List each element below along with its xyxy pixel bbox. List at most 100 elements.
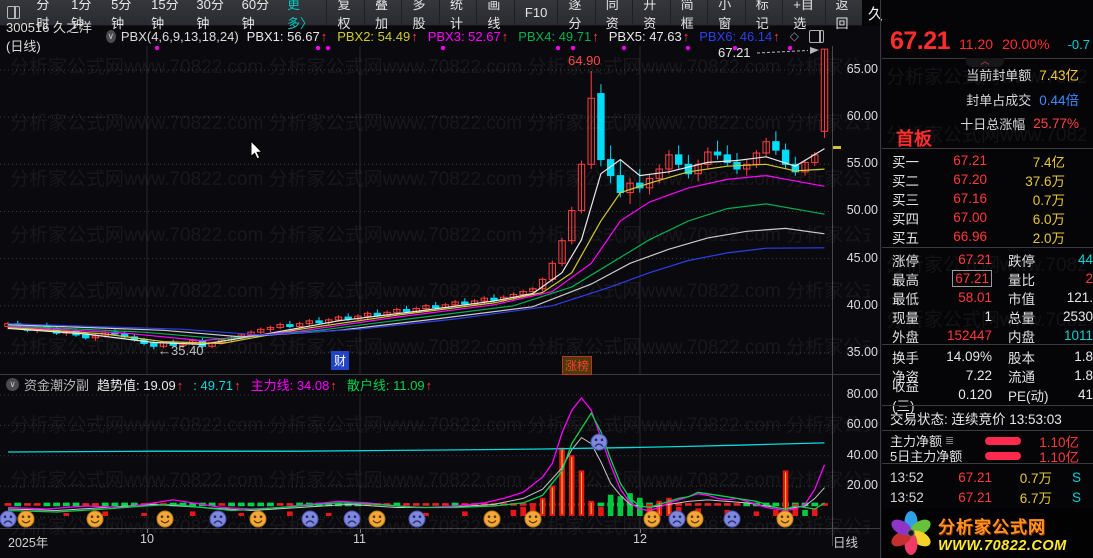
toolbar-button-7[interactable]: 逐分 [557,0,594,31]
time-axis-label: 12 [633,532,647,546]
quote-value: 67.21 [936,252,992,267]
quote-value-text: 0.120 [958,387,992,402]
chart-divider [0,374,880,375]
sad-face-icon [301,510,319,528]
pbx-label: PBX3: [427,28,469,44]
toolbar-button-11[interactable]: 小窗 [707,0,744,31]
sub-field-label: : [193,377,201,393]
pbx-field-4: PBX4: 49.71↑ [518,29,599,44]
bid-amount: 2.0万 [1032,230,1065,246]
main-candlestick-chart[interactable]: 64.90 67.21 ←35.40 [0,46,832,374]
logo-title: 分析家公式网 [938,517,1046,537]
toolbar-button-9[interactable]: 开资 [632,0,669,31]
sub-field-1: 趋势值: 19.09↑ [97,378,183,393]
up-arrow-icon: ↑ [234,377,241,393]
toolbar-button-1[interactable]: 复权 [326,0,363,31]
side-panel-toggle-icon[interactable] [809,29,824,43]
toolbar-button-13[interactable]: +自选 [782,0,824,31]
quote-label: 现量 [892,310,919,326]
sad-face-icon [343,510,361,528]
toolbar-button-12[interactable]: 标记 [744,0,782,31]
pbx-field-2: PBX2: 54.49↑ [337,29,418,44]
quote-grid-2: 换手 14.09% 股本 1.8 净资 7.22 流通 1.8 收益(三) 0.120 PE(动) 4… [882,344,1093,414]
bid-amount: 6.0万 [1032,211,1065,227]
indicator-name: PBX(4,6,9,13,18,24) [120,28,239,44]
bid-row[interactable]: 买五 66.96 2.0万 [882,227,1093,246]
event-badge-rank[interactable]: 涨榜 [562,356,593,375]
quote-value: 44 [1077,252,1093,267]
up-arrow-icon: ↑ [773,28,780,44]
up-arrow-icon: ↑ [501,28,509,44]
bid-label: 买五 [892,230,919,246]
flower-logo-icon [891,511,931,555]
happy-face-icon [686,510,704,528]
diamond-icon[interactable]: ◇ [790,29,799,43]
fund-tide-sub-chart[interactable] [0,394,832,532]
quote-label: 外盘 [892,329,919,345]
quote-value: 1.8 [1074,349,1093,364]
toolbar-button-10[interactable]: 简框 [669,0,707,31]
happy-face-icon [524,510,542,528]
main-funds: 主力净额 ≣ 1.10亿 5日主力净额 1.10亿 [882,430,1093,465]
toolbar-button-14[interactable]: 返回 [824,0,862,31]
pbx-label: PBX1: [246,28,288,44]
sub-field-label: 散户线: [346,377,394,393]
quote-label: PE(动) [1008,388,1049,404]
seal-info-row: 封单占成交 0.44倍 [882,89,1093,109]
price-axis-label: 55.00 [846,156,878,171]
svg-text:64.90: 64.90 [568,53,601,68]
sad-face-icon [0,510,17,528]
bid-row[interactable]: 买三 67.16 0.7万 [882,189,1093,208]
pbx-value: 56.67 [287,28,320,44]
sub-chart-header: ∨ 资金潮汐副 趋势值: 19.09↑: 49.71↑ 主力线: 34.08↑ 散户… [0,374,882,394]
sad-face-icon [590,433,608,451]
pbx-label: PBX5: [608,28,650,44]
pbx-field-3: PBX3: 52.67↑ [428,29,509,44]
sub-field-label: 趋势值: [97,377,144,393]
collapse-tab[interactable]: ︿ [966,57,1004,67]
happy-face-icon [368,510,386,528]
toolbar-button-8[interactable]: 同资 [594,0,632,31]
toolbar-buttons: 复权 叠加 多股 统计 画线 F10 逐分 同资 开资 简框 小窗 标记 +自选 返回 [326,0,862,31]
collapse-sub-icon[interactable]: ∨ [6,377,19,391]
sub-axis-label: 80.00 [846,387,878,401]
up-arrow-icon: ↑ [411,28,418,44]
bid-row[interactable]: 买四 67.00 6.0万 [882,208,1093,227]
sad-face-icon [723,510,741,528]
bid-row[interactable]: 买一 67.21 7.4亿 [882,151,1093,170]
bid-price: 67.20 [953,172,987,187]
sad-face-icon [408,510,426,528]
quote-label: 总量 [1008,310,1035,326]
quote-value: 1 [936,309,992,324]
fund-bar [985,451,1021,460]
fund-bar [985,436,1021,445]
quote-label: 最高 [892,272,919,288]
tick-time: 13:52 [890,469,924,485]
bid-label: 买二 [892,173,919,189]
toolbar-button-2[interactable]: 叠加 [363,0,401,31]
svg-text:67.21: 67.21 [718,46,751,60]
toolbar-button-4[interactable]: 统计 [438,0,476,31]
toolbar-button-3[interactable]: 多股 [401,0,438,31]
tick-price: 67.21 [958,489,992,505]
price-change: 11.20 [959,36,994,52]
trade-status: 交易状态: 连续竞价 13:53:03 [882,405,1093,430]
quote-label: 流通 [1008,369,1035,385]
event-badge-cai[interactable]: 财 [331,351,350,370]
pbx-label: PBX6: [699,28,740,44]
quote-row: 外盘 152447 内盘 1011 [882,326,1093,345]
quote-value: 2 [1085,271,1093,286]
toolbar-button-5[interactable]: 画线 [476,0,513,31]
sub-field-value: 49.71 [200,377,234,393]
quote-value: 41 [1077,387,1093,402]
bid-row[interactable]: 买二 67.20 37.6万 [882,170,1093,189]
bid-price: 67.21 [953,153,987,168]
sub-field-3: 主力线: 34.08↑ [251,378,337,393]
toolbar-button-6[interactable]: F10 [513,0,557,25]
collapse-indicator-icon[interactable]: ∨ [105,29,116,43]
quote-grid-1: 涨停 67.21 跌停 44 最高 67.21 量比 2 最低 58.01 市值 121. 现量 1 总量 2… [882,247,1093,345]
happy-face-icon [776,510,794,528]
quote-label: 股本 [1008,350,1035,366]
up-arrow-icon: ↑ [425,377,433,393]
quote-value: 14.09% [936,349,992,364]
